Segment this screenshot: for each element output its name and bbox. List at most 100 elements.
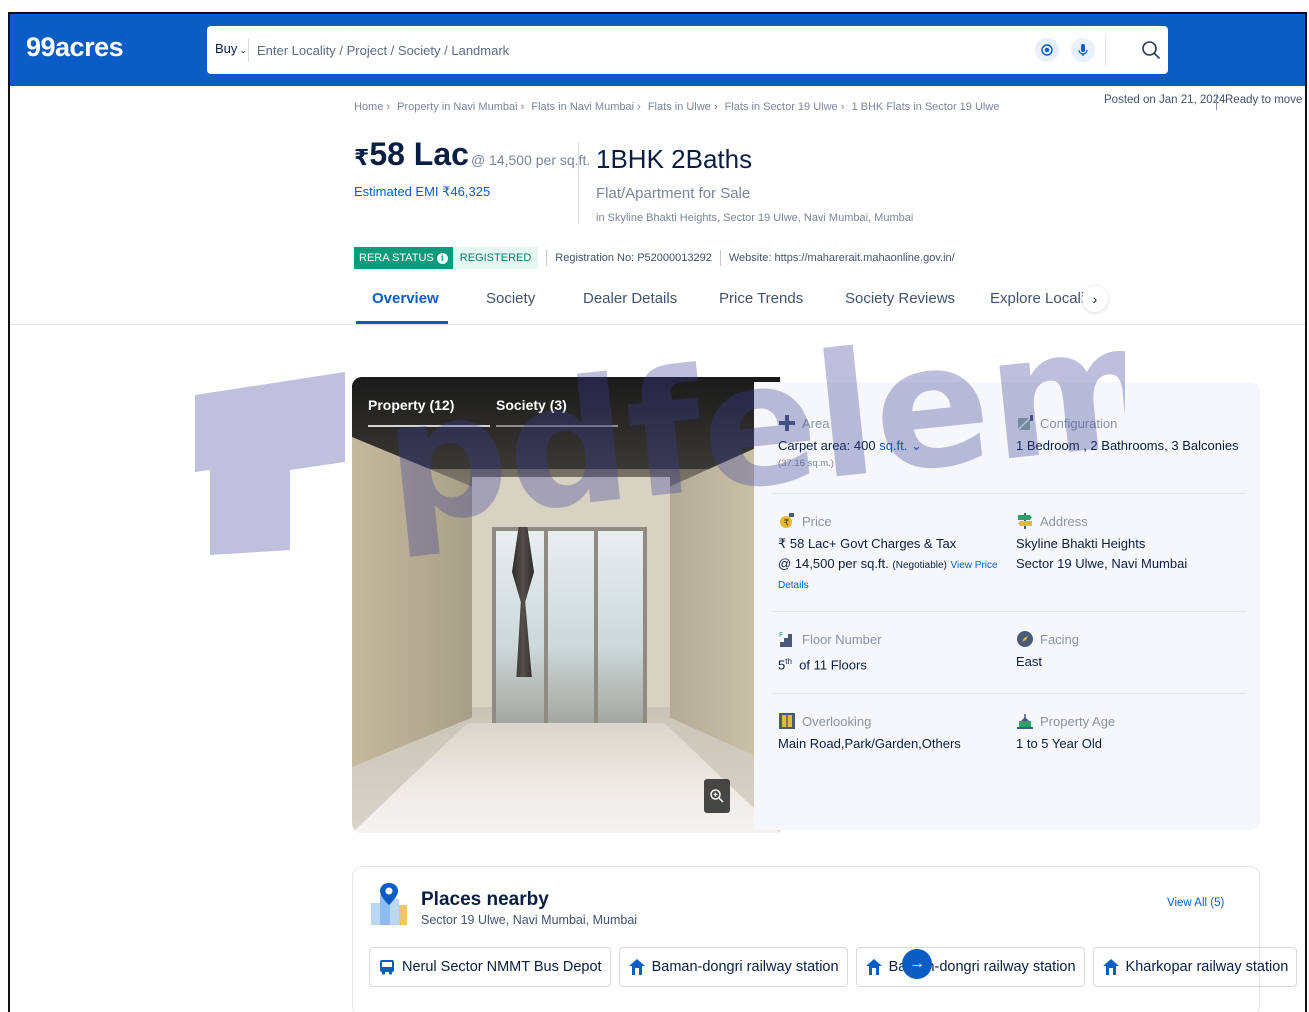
places-nearby-card: Places nearby Sector 19 Ulwe, Navi Mumba…	[352, 866, 1298, 1012]
photo-ceiling	[352, 377, 780, 469]
floor-label: Floor Number	[802, 631, 882, 647]
buy-label: Buy	[215, 41, 238, 56]
floor-total: of 11 Floors	[799, 657, 867, 673]
location-target-icon[interactable]	[1035, 38, 1059, 62]
area-icon	[779, 415, 795, 431]
rera-status-badge[interactable]: RERA STATUS i	[354, 247, 453, 269]
breadcrumb-item[interactable]: Property in Navi Mumbai ›	[397, 101, 524, 113]
price-total: ₹ 58 Lac+ Govt Charges & Tax	[778, 536, 957, 551]
signpost-icon	[1018, 513, 1032, 529]
places-subtitle: Sector 19 Ulwe, Navi Mumbai, Mumbai	[421, 913, 638, 927]
rupee-symbol: ₹	[354, 145, 370, 170]
overlooking-value: Main Road,Park/Garden,Others	[778, 736, 961, 751]
price-tag-icon: ₹	[780, 513, 794, 529]
gallery-tab-indicator	[368, 425, 490, 427]
address-line-2: Sector 19 Ulwe, Navi Mumbai	[1016, 556, 1188, 571]
site-logo[interactable]: 99acres	[26, 32, 124, 63]
photo-left-wall	[352, 437, 472, 767]
rera-website[interactable]: Website: https://maharerait.mahaonline.g…	[729, 252, 955, 264]
divider	[10, 324, 1305, 325]
view-all-places-link[interactable]: View All (5)	[1167, 897, 1224, 909]
window-icon	[779, 713, 795, 729]
tab-overview[interactable]: Overview	[372, 290, 439, 307]
buy-dropdown[interactable]: Buy ⌄	[215, 41, 247, 56]
breadcrumb: Home › Property in Navi Mumbai › Flats i…	[354, 101, 1003, 113]
breadcrumb-item[interactable]: Flats in Navi Mumbai ›	[531, 101, 640, 113]
property-details-panel: Area Carpet area: 400 sq.ft. ⌄ (37.16 sq…	[754, 382, 1260, 830]
unit-label: sq.ft.	[879, 438, 908, 453]
place-name: Nerul Sector NMMT Bus Depot	[402, 959, 602, 975]
registration-number: Registration No: P52000013292	[555, 252, 712, 264]
facing-value: East	[1016, 654, 1043, 669]
breadcrumb-item[interactable]: Flats in Sector 19 Ulwe ›	[725, 101, 845, 113]
chevron-right-icon[interactable]: ›	[1082, 286, 1108, 312]
place-chip[interactable]: Kharkopar railway station	[1092, 947, 1298, 987]
tab-price-trends[interactable]: Price Trends	[719, 290, 803, 307]
microphone-icon[interactable]	[1071, 38, 1095, 62]
search-icon[interactable]	[1139, 38, 1163, 62]
building-icon	[1017, 714, 1033, 729]
price-label: Price	[802, 513, 832, 529]
compass-icon	[1017, 631, 1033, 647]
chevron-down-icon: ⌄	[239, 45, 247, 55]
place-chip[interactable]: Baman-dongri railway station	[618, 947, 848, 987]
site-header: 99acres Buy ⌄	[10, 14, 1305, 86]
overlooking-label: Overlooking	[802, 713, 872, 729]
divider	[1105, 34, 1106, 66]
price-cell: ₹ Price ₹ 58 Lac+ Govt Charges & Tax @ 14…	[778, 512, 998, 596]
overlooking-cell: Overlooking Main Road,Park/Garden,Others	[778, 712, 961, 754]
possession-status: Ready to move	[1225, 94, 1303, 106]
breadcrumb-item[interactable]: Home ›	[354, 101, 390, 113]
place-chip[interactable]: Baman-dongri railway station	[855, 947, 1085, 987]
unit-dropdown[interactable]: sq.ft. ⌄	[879, 438, 922, 453]
places-title: Places nearby	[421, 889, 549, 910]
tab-explore-locality[interactable]: Explore Locality	[990, 290, 1096, 307]
configuration-value: 1 Bedroom , 2 Bathrooms, 3 Balconies	[1016, 438, 1239, 453]
configuration-icon	[1017, 415, 1033, 431]
city-pin-icon	[371, 883, 407, 925]
negotiable-tag: (Negotiable)	[892, 560, 947, 571]
rera-registered-badge: REGISTERED	[452, 247, 539, 269]
breadcrumb-item[interactable]: Flats in Ulwe ›	[648, 101, 718, 113]
rera-row: RERA STATUS i REGISTERED Registration No:…	[354, 247, 955, 269]
details-row: Overlooking Main Road,Park/Garden,Others…	[772, 694, 1246, 776]
gallery-tab-property[interactable]: Property (12)	[368, 397, 454, 413]
bus-icon	[380, 960, 394, 975]
listing-location: in Skyline Bhakti Heights, Sector 19 Ulw…	[596, 212, 914, 224]
divider	[248, 38, 249, 62]
details-row: ₹ Price ₹ 58 Lac+ Govt Charges & Tax @ 14…	[772, 494, 1246, 612]
property-age-value: 1 to 5 Year Old	[1016, 736, 1103, 751]
divider	[546, 250, 548, 266]
divider	[1216, 94, 1217, 110]
window-frame	[594, 531, 598, 723]
gallery-tab-indicator	[496, 425, 618, 427]
view-price-details-link[interactable]: View Price	[951, 560, 998, 571]
chevron-down-icon: ⌄	[911, 438, 922, 453]
divider	[578, 142, 579, 224]
property-photo-gallery[interactable]: Property (12) Society (3)	[352, 377, 780, 833]
view-price-details-link[interactable]: Details	[778, 576, 998, 596]
train-station-icon	[1102, 959, 1119, 975]
listing-title: 1BHK 2Baths	[596, 144, 753, 174]
gallery-tab-society[interactable]: Society (3)	[496, 397, 567, 413]
arrow-right-icon[interactable]: →	[902, 949, 932, 979]
facing-cell: Facing East	[1016, 630, 1079, 672]
zoom-in-icon[interactable]	[704, 779, 730, 813]
configuration-label: Configuration	[1040, 415, 1118, 431]
listing-price: ₹58 Lac @ 14,500 per sq.ft.	[354, 136, 590, 173]
tab-society[interactable]: Society	[486, 290, 535, 307]
place-name: Kharkopar railway station	[1125, 959, 1289, 975]
places-chip-list: Nerul Sector NMMT Bus Depot Baman-dongri…	[369, 947, 1298, 987]
floor-cell: F Floor Number 5th of 11 Floors	[778, 630, 881, 675]
emi-link[interactable]: Estimated EMI ₹46,325	[354, 184, 490, 200]
place-chip[interactable]: Nerul Sector NMMT Bus Depot	[369, 947, 611, 987]
tab-society-reviews[interactable]: Society Reviews	[845, 290, 955, 307]
price-per-sqft: @ 14,500 per sq.ft.	[470, 152, 591, 168]
search-input[interactable]	[257, 37, 957, 63]
area-sqm: (37.16 sq.m.)	[778, 458, 834, 469]
address-label: Address	[1040, 513, 1088, 529]
tab-dealer-details[interactable]: Dealer Details	[583, 290, 677, 307]
info-icon[interactable]: i	[436, 252, 448, 264]
floor-suffix: th	[785, 657, 792, 666]
window-frame	[544, 531, 548, 723]
